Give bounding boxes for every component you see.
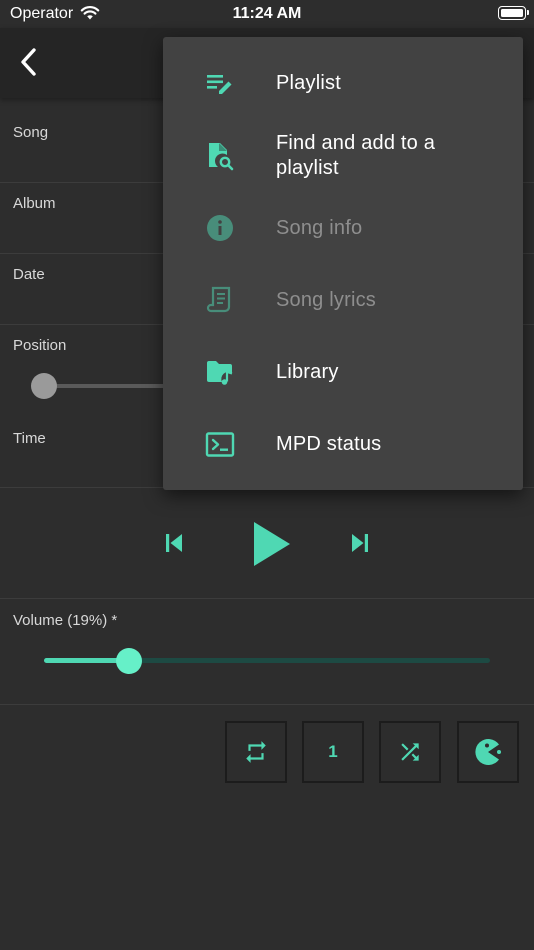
menu-item-playlist[interactable]: Playlist [163, 51, 523, 115]
menu-label-playlist: Playlist [276, 72, 341, 94]
battery-icon [498, 6, 529, 20]
info-icon [207, 215, 233, 241]
previous-button[interactable] [158, 526, 190, 560]
shuffle-button[interactable] [379, 721, 441, 783]
song-label: Song [13, 124, 49, 141]
single-mode-button[interactable]: 1 [302, 721, 364, 783]
menu-label-library: Library [276, 361, 339, 383]
skip-previous-icon [166, 534, 182, 552]
menu-label-find-add: Find and add to a playlist [276, 132, 436, 179]
play-button[interactable] [244, 516, 296, 572]
volume-label: Volume (19%) * [13, 612, 118, 629]
menu-label-song-info: Song info [276, 217, 363, 239]
menu-item-find-add[interactable]: Find and add to a playlist [163, 117, 523, 195]
consume-button[interactable] [457, 721, 519, 783]
back-button[interactable] [12, 42, 46, 82]
volume-slider-track[interactable] [44, 658, 490, 663]
single-mode-label: 1 [328, 742, 338, 761]
shuffle-icon [401, 743, 419, 761]
play-icon [254, 522, 290, 566]
console-icon [205, 432, 235, 457]
script-text-icon [206, 286, 231, 313]
volume-slider-thumb[interactable] [116, 648, 142, 674]
menu-item-song-info[interactable]: Song info [163, 197, 523, 261]
playlist-edit-icon [207, 75, 232, 94]
time-label: Time [13, 430, 46, 447]
folder-music-icon [207, 361, 233, 385]
repeat-button[interactable] [225, 721, 287, 783]
file-search-icon [209, 143, 234, 171]
menu-label-song-lyrics: Song lyrics [276, 289, 377, 311]
pacman-icon [475, 739, 501, 765]
menu-item-library[interactable]: Library [163, 341, 523, 405]
overflow-menu: Playlist Find and add to a playlist Song… [163, 37, 523, 490]
status-bar: Operator 11:24 AM [0, 0, 534, 28]
menu-item-song-lyrics[interactable]: Song lyrics [163, 269, 523, 333]
position-slider-thumb[interactable] [31, 373, 57, 399]
album-label: Album [13, 195, 56, 212]
menu-label-mpd-status: MPD status [276, 433, 382, 455]
next-button[interactable] [344, 526, 376, 560]
position-label: Position [13, 337, 67, 354]
repeat-icon [246, 741, 266, 763]
menu-item-mpd-status[interactable]: MPD status [163, 413, 523, 477]
skip-next-icon [352, 534, 368, 552]
clock: 11:24 AM [232, 5, 302, 22]
date-label: Date [13, 266, 45, 283]
